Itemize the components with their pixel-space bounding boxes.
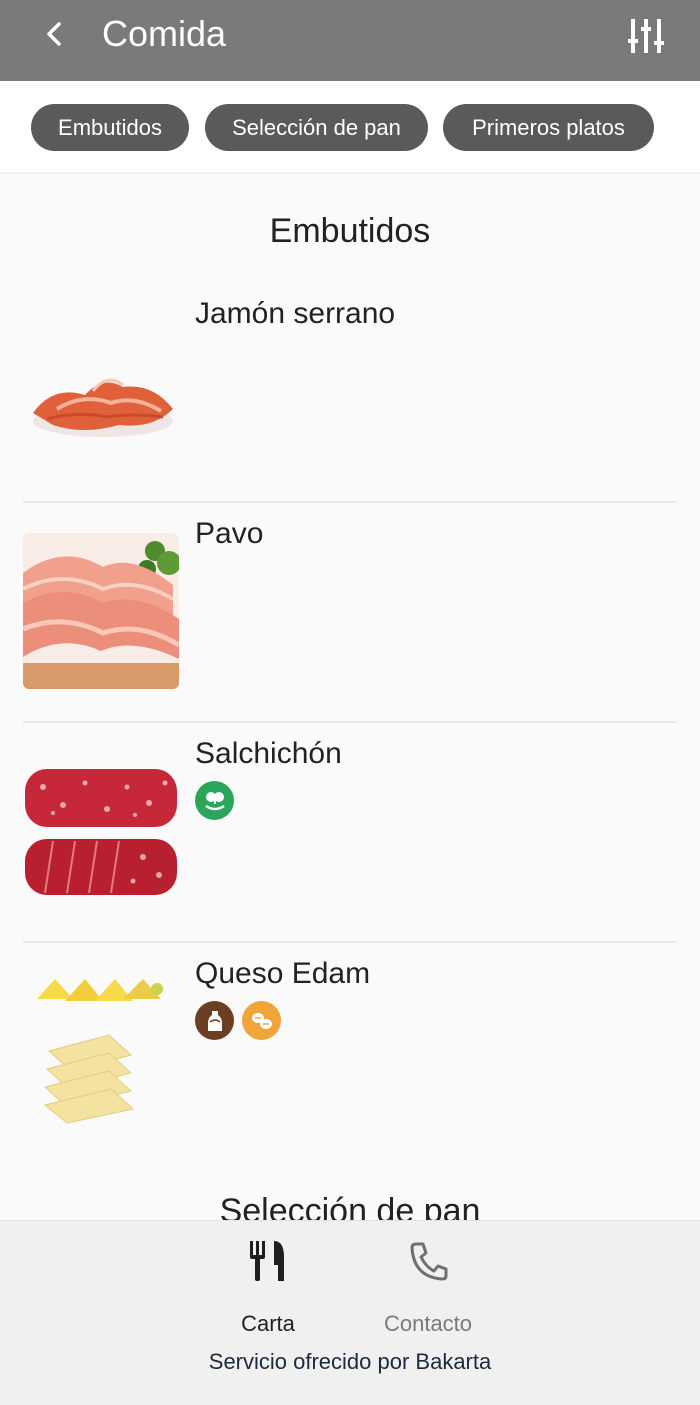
milk-allergen-icon <box>195 1001 234 1040</box>
phone-icon <box>410 1242 448 1281</box>
nav-contacto[interactable]: Contacto <box>348 1239 508 1339</box>
menu-item[interactable]: Pavo <box>23 503 676 723</box>
soy-allergen-icon <box>195 781 234 820</box>
nuts-allergen-icon <box>242 1001 281 1040</box>
section-title-embutidos: Embutidos <box>269 212 431 250</box>
filter-button[interactable] <box>624 14 668 58</box>
chip-primeros-platos[interactable]: Primeros platos <box>443 104 654 151</box>
bottom-navigation: Carta Contacto Servicio ofrecido por Bak… <box>0 1220 700 1405</box>
footer-credit: Servicio ofrecido por Bakarta <box>208 1349 492 1374</box>
product-image-salchichon <box>23 753 179 909</box>
menu-item[interactable]: Queso Edam <box>23 943 676 1163</box>
page-title: Comida <box>102 13 227 54</box>
product-image-pavo <box>23 533 179 689</box>
menu-item[interactable]: Jamón serrano <box>23 283 676 503</box>
chip-embutidos[interactable]: Embutidos <box>31 104 189 151</box>
chevron-left-icon <box>47 22 61 46</box>
item-name: Salchichón <box>195 737 342 770</box>
app-bar: Comida <box>0 0 700 81</box>
allergen-list <box>195 781 234 820</box>
menu-content[interactable]: Embutidos Jamón serrano Pavo Salchichón … <box>0 176 700 1220</box>
back-button[interactable] <box>36 16 72 52</box>
allergen-list <box>195 1001 281 1040</box>
chip-seleccion-de-pan[interactable]: Selección de pan <box>205 104 428 151</box>
item-name: Pavo <box>195 517 264 550</box>
nav-carta-label: Carta <box>241 1311 295 1336</box>
nav-carta[interactable]: Carta <box>188 1239 348 1339</box>
product-image-queso-edam <box>23 973 179 1129</box>
utensils-icon <box>250 1241 284 1281</box>
category-chip-bar: Embutidos Selección de pan Primeros plat… <box>0 81 700 174</box>
product-image-jamon <box>23 313 179 469</box>
item-name: Queso Edam <box>195 957 371 990</box>
item-name: Jamón serrano <box>195 297 396 330</box>
menu-item[interactable]: Salchichón <box>23 723 676 943</box>
nav-contacto-label: Contacto <box>383 1311 473 1336</box>
sliders-icon <box>628 19 664 53</box>
section-title-seleccion-de-pan: Selección de pan <box>219 1192 481 1220</box>
